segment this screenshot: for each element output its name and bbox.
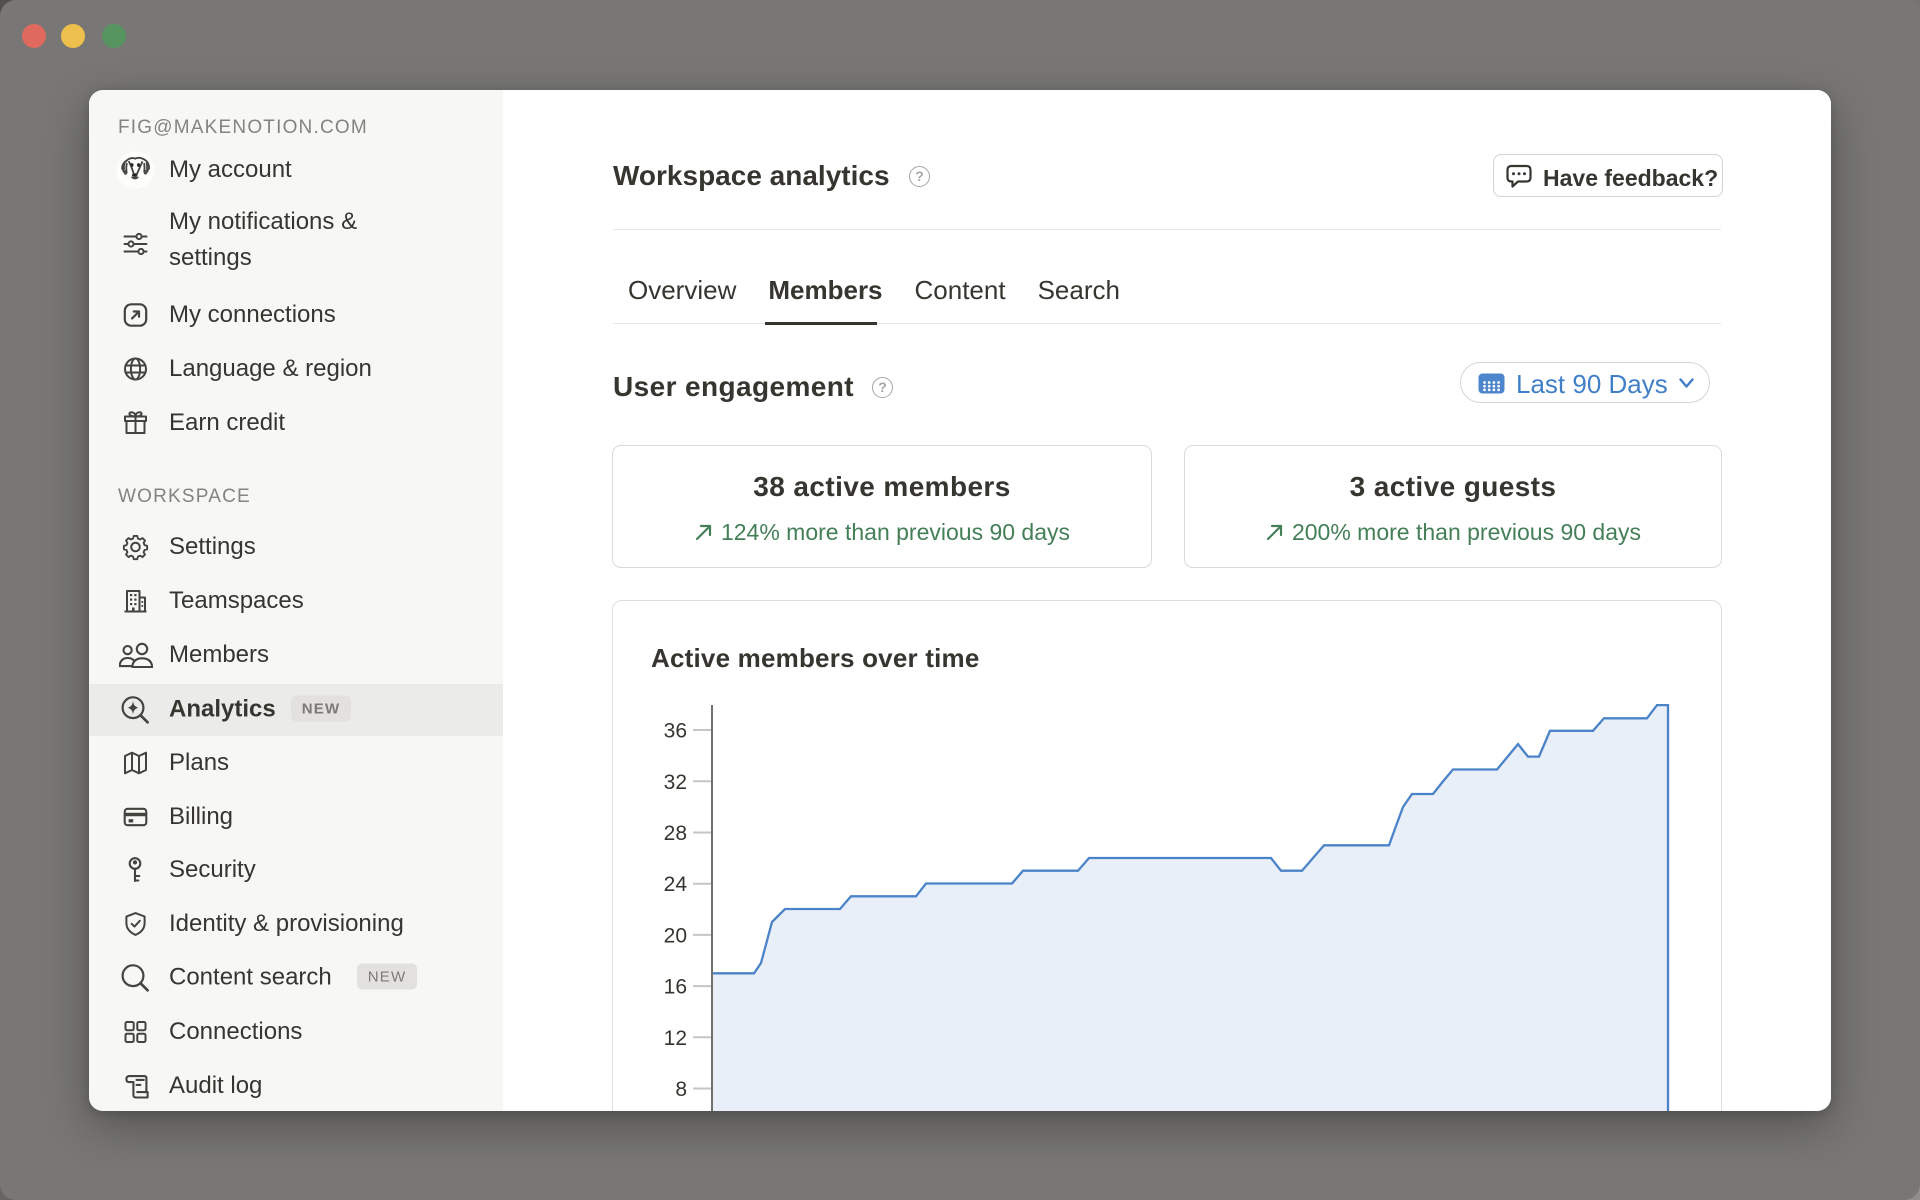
svg-text:36: 36 [664, 720, 687, 743]
svg-text:32: 32 [664, 771, 687, 794]
svg-text:24: 24 [664, 873, 688, 896]
svg-text:12: 12 [664, 1027, 687, 1050]
svg-text:28: 28 [664, 822, 687, 845]
svg-text:16: 16 [664, 976, 687, 999]
svg-text:20: 20 [664, 924, 687, 947]
svg-text:8: 8 [675, 1078, 687, 1101]
